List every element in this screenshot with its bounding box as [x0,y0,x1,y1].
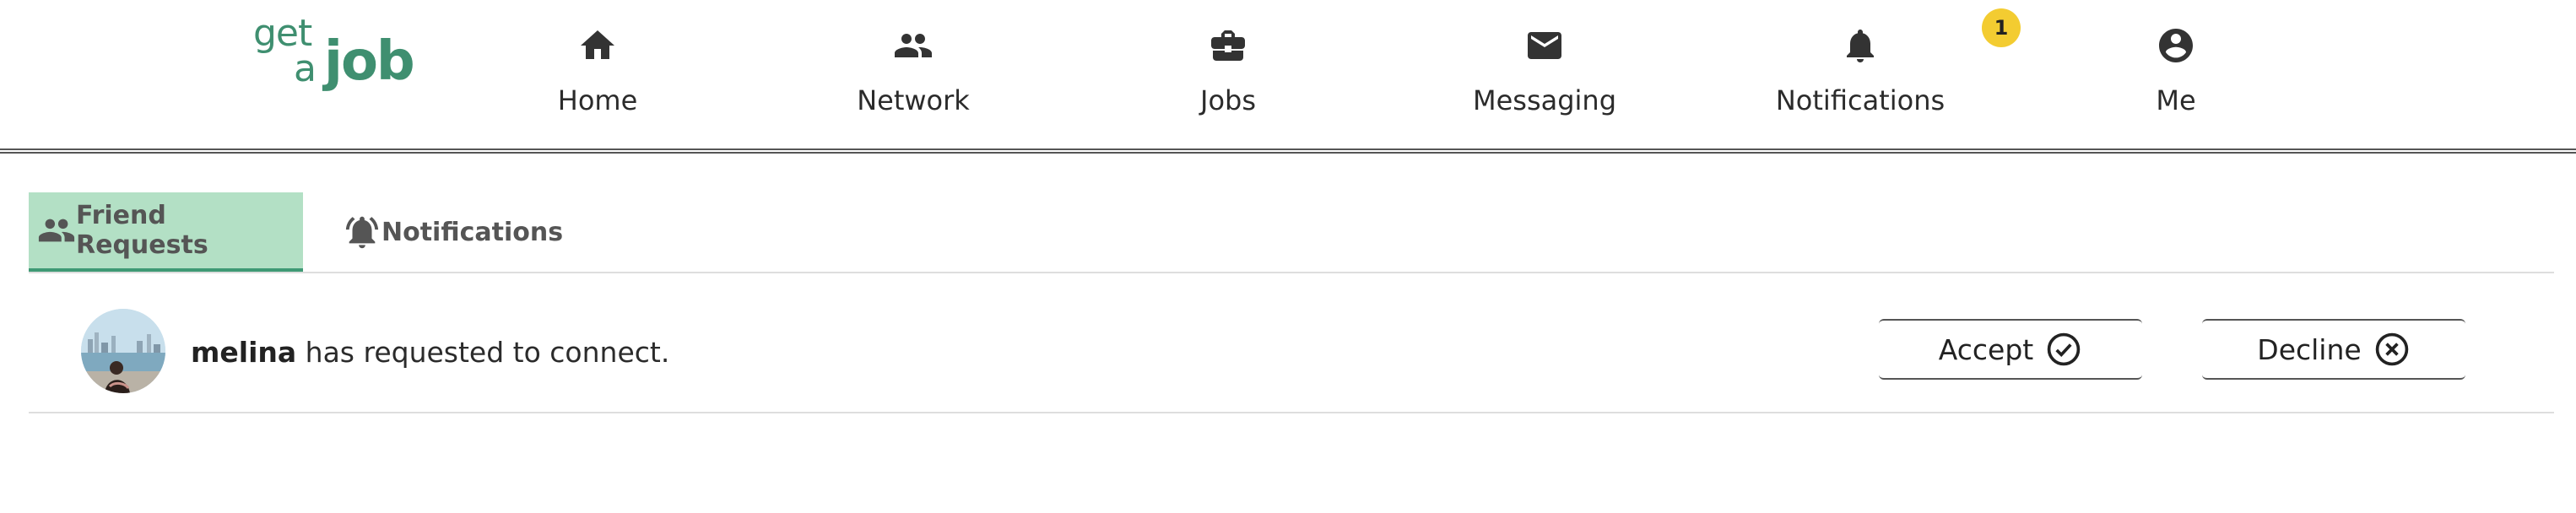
tab-label-notifications: Notifications [382,217,564,247]
nav-item-notifications[interactable]: 1 Notifications [1734,8,2021,130]
tab-friend-requests[interactable]: Friend Requests [29,192,303,272]
tab-notifications[interactable]: Notifications [343,192,596,272]
request-text: has requested to connect. [305,336,670,369]
avatar[interactable] [81,309,165,393]
accept-label: Accept [1938,332,2034,366]
nav-label-jobs: Jobs [1200,84,1256,116]
top-navigation-bar: get a job Home Network Jobs Messaging 1 … [0,0,2576,154]
nav-label-messaging: Messaging [1472,84,1617,116]
logo-word-job: job [324,30,415,93]
nav-item-jobs[interactable]: Jobs [1101,20,1355,130]
tab-label-friend-requests: Friend Requests [76,201,208,260]
requester-name[interactable]: melina [191,336,296,369]
friend-request-row: melina has requested to connect. Accept … [29,275,2554,413]
home-icon [577,25,618,66]
decline-label: Decline [2257,332,2362,366]
nav-item-me[interactable]: Me [2049,20,2303,130]
decline-button[interactable]: Decline [2202,319,2465,380]
nav-item-home[interactable]: Home [471,20,724,130]
people-icon [893,25,934,66]
nav-item-network[interactable]: Network [787,20,1040,130]
nav-label-me: Me [2156,84,2196,116]
request-message: melina has requested to connect. [191,336,669,369]
envelope-icon [1524,25,1565,66]
avatar-photo [81,309,165,393]
check-circle-icon [2045,331,2082,368]
close-circle-icon [2373,331,2411,368]
briefcase-icon [1208,25,1248,66]
get-a-job-logo[interactable]: get a job [253,12,422,105]
nav-label-home: Home [557,84,638,116]
bell-ring-icon [343,213,382,251]
accept-button[interactable]: Accept [1879,319,2142,380]
logo-word-a: a [294,47,317,90]
nav-item-messaging[interactable]: Messaging [1418,20,1671,130]
notification-count-badge: 1 [1982,8,2021,47]
people-icon [37,211,76,250]
nav-label-network: Network [857,84,970,116]
notification-tabs: Friend Requests Notifications [29,192,2554,273]
nav-label-notifications: Notifications [1775,84,1946,116]
bell-icon: 1 [1840,8,2021,66]
account-circle-icon [2156,25,2196,66]
